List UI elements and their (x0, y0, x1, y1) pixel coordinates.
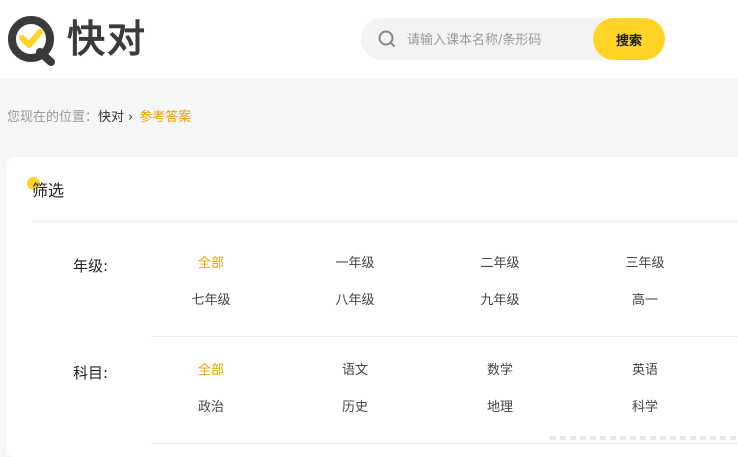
search-bar: 搜索 (361, 18, 665, 60)
subject-option-all[interactable]: 全部 (151, 362, 271, 380)
brand-logo[interactable]: 快对 (7, 14, 177, 66)
grade-option-3[interactable]: 三年级 (585, 255, 705, 273)
filter-divider (32, 221, 738, 222)
brand-name: 快对 (67, 17, 148, 61)
grade-label: 年级: (73, 257, 109, 275)
search-icon (378, 30, 395, 47)
subject-option-math[interactable]: 数学 (440, 362, 560, 380)
grade-option-9[interactable]: 九年级 (440, 292, 560, 310)
breadcrumb-home-link[interactable]: 快对 (98, 110, 124, 125)
subject-option-english[interactable]: 英语 (585, 362, 705, 380)
grade-divider (151, 336, 738, 337)
subject-option-history[interactable]: 历史 (295, 399, 415, 417)
subject-option-science[interactable]: 科学 (585, 399, 705, 417)
dashed-strip (550, 436, 738, 440)
grade-option-senior-1[interactable]: 高一 (585, 292, 705, 310)
grade-option-7[interactable]: 七年级 (151, 292, 271, 310)
breadcrumb-current: 参考答案 (139, 110, 192, 125)
filter-title: 筛选 (32, 181, 65, 200)
subject-option-geography[interactable]: 地理 (440, 399, 560, 417)
breadcrumb-prefix: 您现在的位置： (7, 110, 99, 125)
site-header: 快对 搜索 (0, 0, 738, 78)
search-button[interactable]: 搜索 (593, 18, 665, 60)
grade-option-1[interactable]: 一年级 (295, 255, 415, 273)
logo-check-icon (8, 16, 55, 66)
grade-option-2[interactable]: 二年级 (440, 255, 560, 273)
filter-panel: 筛选 年级: 全部 一年级 二年级 三年级 七年级 八年级 九年级 高一 科目:… (7, 157, 738, 457)
grade-option-all[interactable]: 全部 (151, 255, 271, 273)
grade-option-8[interactable]: 八年级 (295, 292, 415, 310)
subject-option-chinese[interactable]: 语文 (295, 362, 415, 380)
breadcrumb: 您现在的位置：快对 › 参考答案 (7, 108, 191, 128)
breadcrumb-separator: › (128, 110, 134, 125)
search-input[interactable] (405, 27, 589, 53)
subject-divider (151, 443, 738, 444)
subject-label: 科目: (73, 364, 109, 382)
subject-option-politics[interactable]: 政治 (151, 399, 271, 417)
